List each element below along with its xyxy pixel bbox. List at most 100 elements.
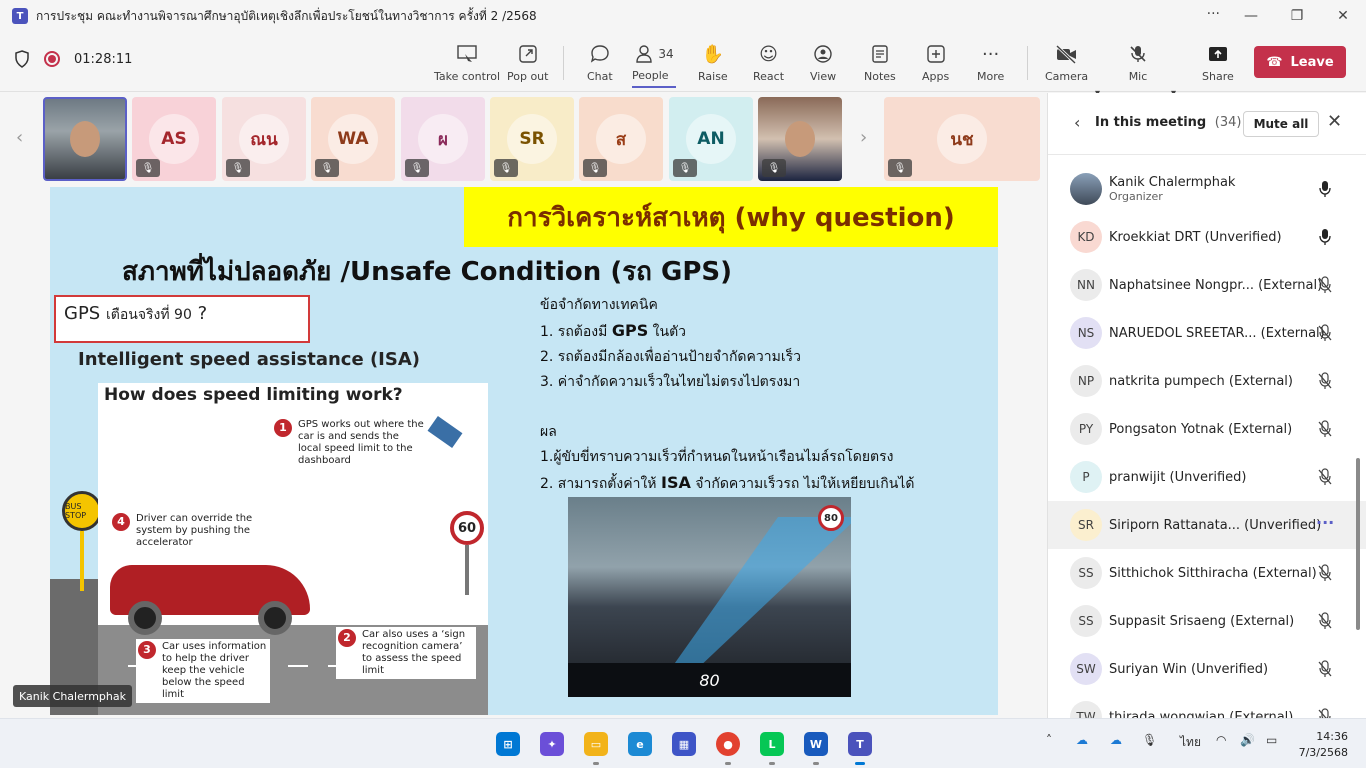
participant-row[interactable]: NS NARUEDOL SREETAR... (External) [1048, 309, 1366, 357]
avatar: SR [1070, 509, 1102, 541]
limit-emphasis: GPS [611, 321, 649, 340]
mic-off-icon [1316, 371, 1334, 391]
teams-icon[interactable]: T [848, 732, 872, 756]
people-label: People [632, 69, 676, 88]
participant-tile[interactable]: ส 🎙 [579, 97, 663, 181]
slide-banner: การวิเคราะห์สาเหตุ (why question) [464, 187, 998, 247]
participant-row[interactable]: SS Sitthichok Sitthiracha (External) [1048, 549, 1366, 597]
result-text: จำกัดความเร็วรถ ไม่ให้เหยียบเกินได้ [695, 476, 915, 492]
participant-row[interactable]: SW Suriyan Win (Unverified) [1048, 645, 1366, 693]
panel-scrollbar[interactable] [1356, 458, 1360, 630]
line-icon[interactable]: L [760, 732, 784, 756]
video-tile[interactable]: 🎙 [758, 97, 842, 181]
strip-next-arrow-icon[interactable]: › [860, 127, 867, 148]
participant-tile[interactable]: AN 🎙 [669, 97, 753, 181]
close-window-button[interactable]: ✕ [1320, 0, 1366, 32]
step-number: 4 [112, 513, 130, 531]
participant-row[interactable]: NP natkrita pumpech (External) [1048, 357, 1366, 405]
language-indicator[interactable]: ไทย [1180, 733, 1201, 752]
participant-tile[interactable]: SR 🎙 [490, 97, 574, 181]
chrome-icon[interactable]: ● [716, 732, 740, 756]
mic-off-icon: 🎙 [405, 159, 429, 177]
onedrive-icon[interactable]: ☁ [1110, 733, 1122, 747]
people-panel: ‹ In this meeting (34) Mute all ✕ Kanik … [1047, 93, 1366, 733]
mic-label: Mic [1128, 70, 1148, 83]
mute-all-button[interactable]: Mute all [1243, 111, 1319, 137]
pop-out-button[interactable]: Pop out [507, 42, 548, 88]
gps-box: GPS เตือนจริงที่ 90 ? [54, 295, 310, 343]
view-label: View [810, 70, 837, 83]
satellite-icon [427, 416, 463, 448]
copilot-icon[interactable]: ✦ [540, 732, 564, 756]
maximize-button[interactable]: ❐ [1274, 0, 1320, 32]
leave-label: Leave [1290, 54, 1334, 70]
mic-off-icon: 🎙 [673, 159, 697, 177]
hud-speed-readout: 80 [568, 663, 851, 697]
avatar: SS [1070, 557, 1102, 589]
view-button[interactable]: View [810, 42, 836, 88]
phone-hangup-icon: ☎ [1266, 54, 1283, 70]
onedrive-icon[interactable]: ☁ [1076, 733, 1088, 747]
volume-icon[interactable]: 🔊 [1240, 733, 1255, 747]
bus-stop-pole [80, 531, 84, 591]
chat-icon [590, 42, 610, 66]
step-text: Car also uses a ‘sign recognition camera… [362, 629, 466, 676]
mic-button[interactable]: Mic [1128, 42, 1148, 88]
store-icon[interactable]: ▦ [672, 732, 696, 756]
chat-button[interactable]: Chat [587, 42, 613, 88]
isa-heading: Intelligent speed assistance (ISA) [78, 349, 420, 370]
leave-button[interactable]: ☎ Leave [1254, 46, 1346, 78]
close-icon[interactable]: ✕ [1327, 111, 1342, 132]
participant-list: Kanik Chalermphak Organizer KD Kroekkiat DR… [1048, 165, 1366, 741]
edge-icon[interactable]: e [628, 732, 652, 756]
notes-button[interactable]: Notes [864, 42, 896, 88]
participant-tile[interactable]: WA 🎙 [311, 97, 395, 181]
step-text: Driver can override the system by pushin… [136, 513, 253, 548]
wifi-icon[interactable]: ◠ [1216, 733, 1226, 747]
take-control-button[interactable]: Take control [434, 42, 500, 88]
video-tile-kanik[interactable] [43, 97, 127, 181]
battery-icon[interactable]: ▭ [1266, 733, 1277, 747]
participant-tile[interactable]: นช 🎙 [884, 97, 1040, 181]
raise-hand-button[interactable]: ✋ Raise [698, 42, 728, 88]
strip-prev-arrow-icon[interactable]: ‹ [16, 127, 23, 148]
participant-row[interactable]: SR Siriporn Rattanata... (Unverified) ··· [1048, 501, 1366, 549]
mic-muted-tray-icon[interactable]: 🎙 [1142, 733, 1157, 747]
view-icon [813, 42, 833, 66]
word-icon[interactable]: W [804, 732, 828, 756]
more-options-icon[interactable]: ··· [1316, 513, 1334, 532]
take-control-label: Take control [434, 70, 501, 83]
participant-row[interactable]: PY Pongsaton Yotnak (External) [1048, 405, 1366, 453]
participant-tile[interactable]: ผ 🎙 [401, 97, 485, 181]
back-arrow-icon[interactable]: ‹ [1074, 113, 1080, 132]
apps-button[interactable]: Apps [922, 42, 949, 88]
people-button[interactable]: 34 People [632, 42, 676, 88]
file-explorer-icon[interactable]: ▭ [584, 732, 608, 756]
more-label: More [977, 70, 1005, 83]
participant-row[interactable]: NN Naphatsinee Nongpr... (External) [1048, 261, 1366, 309]
limit-item: 2. รถต้องมีกล้องเพื่ออ่านป้ายจำกัดความเร… [540, 349, 801, 365]
minimize-button[interactable]: — [1228, 0, 1274, 32]
participant-name: Kanik Chalermphak [1109, 175, 1236, 190]
participant-row[interactable]: KD Kroekkiat DRT (Unverified) [1048, 213, 1366, 261]
share-button[interactable]: Share [1202, 42, 1234, 88]
participant-name: Siriporn Rattanata... (Unverified) [1109, 517, 1322, 533]
shield-icon [15, 50, 29, 68]
participant-tile[interactable]: AS 🎙 [132, 97, 216, 181]
window-more-button[interactable]: ··· [1207, 6, 1220, 22]
limit-text: 1. รถต้องมี [540, 324, 608, 340]
chevron-up-icon[interactable]: ˄ [1046, 733, 1052, 747]
system-clock[interactable]: 14:36 7/3/2568 [1299, 729, 1348, 761]
step-number: 3 [138, 641, 156, 659]
participant-row[interactable]: SS Suppasit Srisaeng (External) [1048, 597, 1366, 645]
react-button[interactable]: ☺ React [753, 42, 784, 88]
more-button[interactable]: ··· More [977, 42, 1004, 88]
limits-heading: ข้อจำกัดทางเทคนิค [540, 297, 658, 313]
participant-row[interactable]: Ppranwijit (Unverified) [1048, 453, 1366, 501]
participant-row[interactable]: Kanik Chalermphak Organizer [1048, 165, 1366, 213]
participant-tile[interactable]: ณน 🎙 [222, 97, 306, 181]
participant-name: Suppasit Srisaeng (External) [1109, 613, 1295, 629]
mic-off-icon: 🎙 [583, 159, 607, 177]
start-icon[interactable]: ⊞ [496, 732, 520, 756]
camera-button[interactable]: Camera [1045, 42, 1088, 88]
